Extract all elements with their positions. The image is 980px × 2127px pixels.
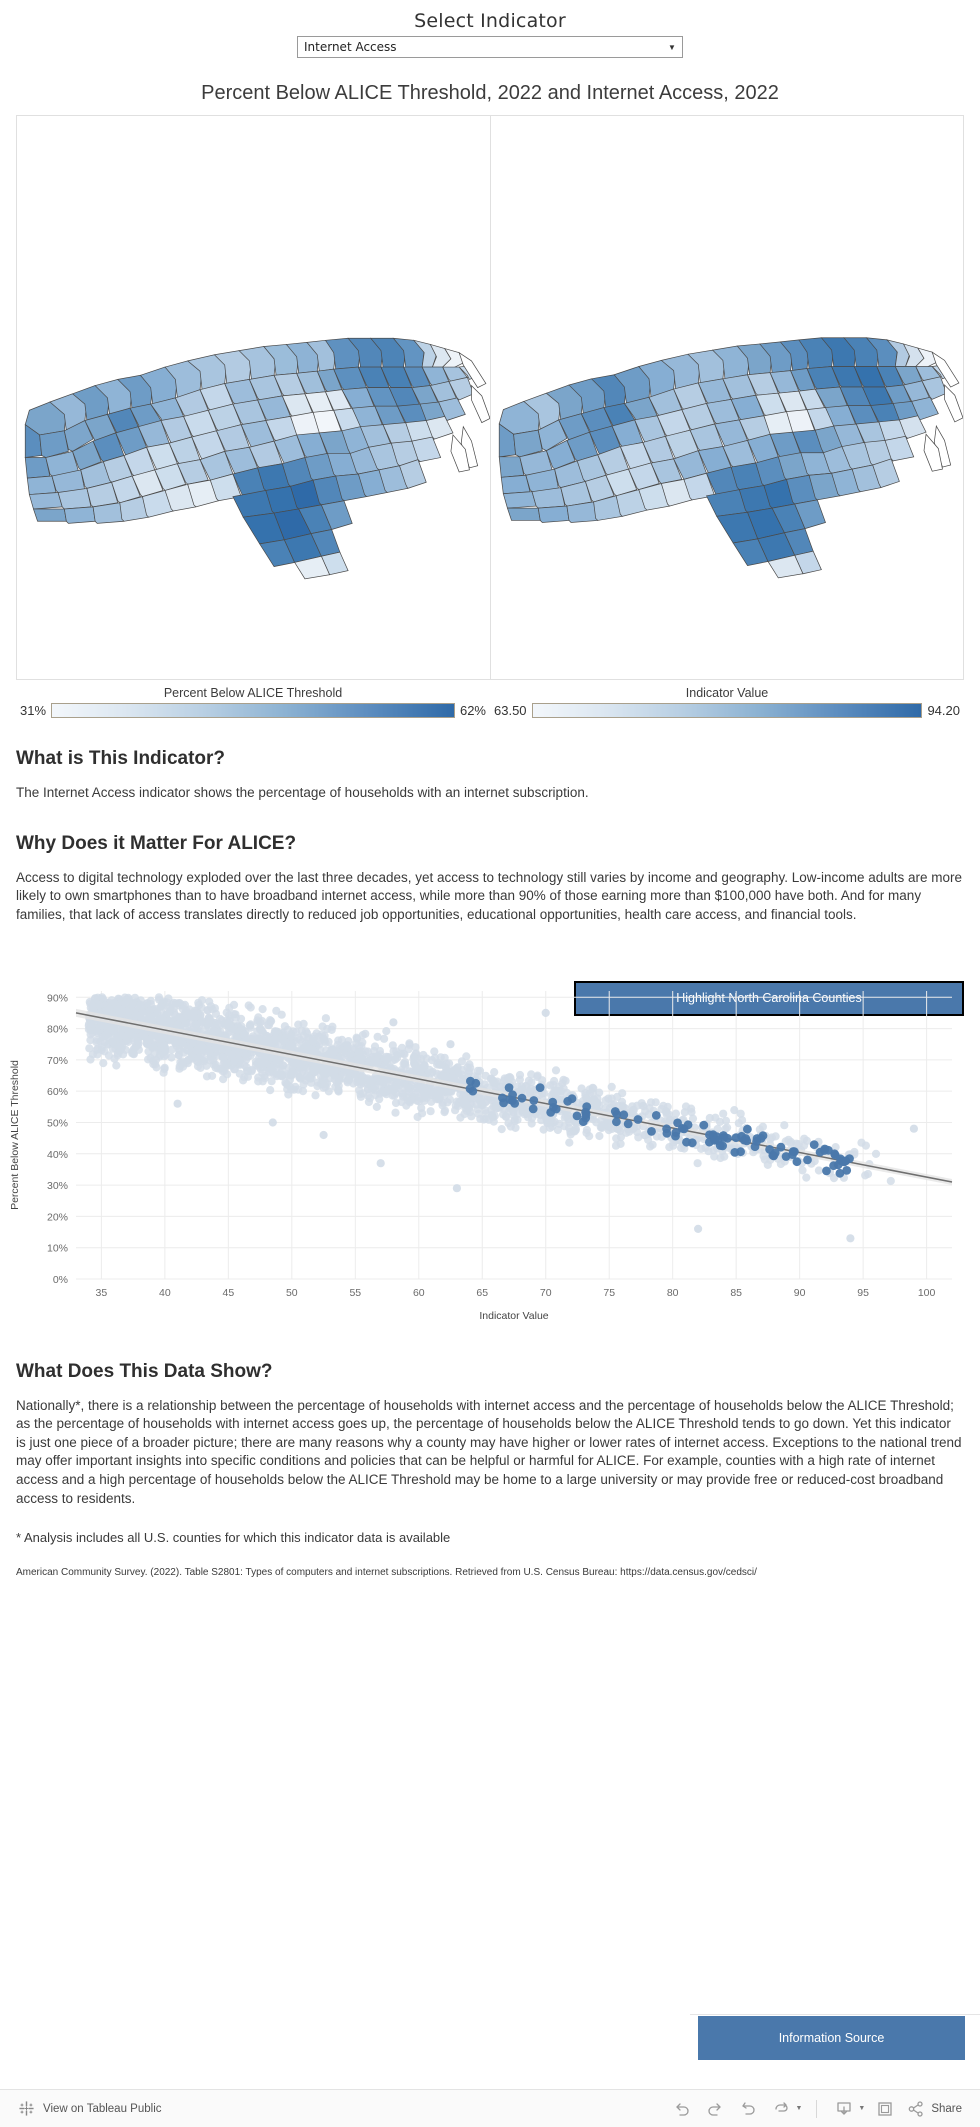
svg-text:55: 55 <box>349 1287 361 1299</box>
download-icon[interactable] <box>829 2096 859 2122</box>
legend-caption-left: Percent Below ALICE Threshold <box>163 686 343 700</box>
svg-text:80%: 80% <box>47 1023 68 1035</box>
scatter-section: Highlight North Carolina Counties 0% 10% 2… <box>0 980 980 1331</box>
fullscreen-icon[interactable] <box>870 2096 900 2122</box>
svg-text:0%: 0% <box>53 1274 68 1286</box>
view-on-tableau-public-label: View on Tableau Public <box>43 2102 162 2115</box>
svg-text:100: 100 <box>918 1287 936 1299</box>
svg-text:75: 75 <box>603 1287 615 1299</box>
legend-min-left: 31% <box>20 703 47 718</box>
svg-text:30%: 30% <box>47 1180 68 1192</box>
svg-text:20%: 20% <box>47 1211 68 1223</box>
svg-text:45: 45 <box>223 1287 235 1299</box>
svg-text:Indicator Value: Indicator Value <box>479 1310 548 1322</box>
section-title-what-is-indicator: What is This Indicator? <box>16 748 226 769</box>
undo-icon[interactable] <box>667 2096 697 2122</box>
share-button[interactable]: Share <box>903 2100 962 2118</box>
tableau-toolbar: View on Tableau Public ▼ ▼ Share <box>0 2089 980 2127</box>
legend-max-left: 62% <box>459 703 486 718</box>
toolbar-divider <box>816 2099 818 2118</box>
svg-text:40%: 40% <box>47 1148 68 1160</box>
svg-text:Percent Below ALICE Threshold: Percent Below ALICE Threshold <box>9 1059 21 1209</box>
legend-gradient-right <box>531 703 923 718</box>
refresh-dropdown-caret-icon[interactable]: ▼ <box>795 2105 802 2112</box>
legend-gradient-left <box>51 703 455 718</box>
analysis-note: * Analysis includes all U.S. counties fo… <box>16 1530 451 1546</box>
tableau-toolbar-actions: ▼ ▼ Share <box>667 2096 962 2122</box>
share-label: Share <box>931 2102 962 2115</box>
tableau-logo-icon <box>19 2101 34 2116</box>
svg-text:35: 35 <box>96 1287 108 1299</box>
north-carolina-choropleth-left[interactable] <box>17 110 490 686</box>
divider <box>690 2014 980 2015</box>
svg-text:60: 60 <box>413 1287 425 1299</box>
view-on-tableau-public-link[interactable]: View on Tableau Public <box>18 2100 162 2117</box>
information-source-button[interactable]: Information Source <box>698 2016 965 2060</box>
svg-text:65: 65 <box>476 1287 488 1299</box>
section-title-data-show: What Does This Data Show? <box>16 1360 273 1382</box>
legend-indicator-value: Indicator Value 63.50 94.20 <box>490 686 964 718</box>
refresh-icon[interactable] <box>766 2096 796 2122</box>
map-indicator-value[interactable] <box>490 116 963 679</box>
legend-max-right: 94.20 <box>927 703 960 718</box>
svg-text:70%: 70% <box>47 1054 68 1066</box>
legend-alice-threshold: Percent Below ALICE Threshold 31% 62% <box>16 686 490 718</box>
source-citation: American Community Survey. (2022). Table… <box>16 1567 757 1579</box>
north-carolina-choropleth-right[interactable] <box>491 110 963 685</box>
indicator-selector-header: Select Indicator Internet Access ▼ <box>0 0 980 58</box>
legend-caption-right: Indicator Value <box>685 686 769 700</box>
chevron-down-icon: ▼ <box>668 42 676 52</box>
info-source-area: Information Source <box>0 2006 980 2066</box>
revert-icon[interactable] <box>733 2096 763 2122</box>
svg-text:85: 85 <box>730 1287 742 1299</box>
section-title-why-matter: Why Does it Matter For ALICE? <box>16 832 297 854</box>
svg-text:95: 95 <box>857 1287 869 1299</box>
share-icon <box>908 2100 923 2117</box>
map-alice-threshold[interactable] <box>17 116 490 679</box>
svg-text:70: 70 <box>540 1287 552 1299</box>
redo-icon[interactable] <box>700 2096 730 2122</box>
map-legends: Percent Below ALICE Threshold 31% 62% In… <box>16 686 964 718</box>
map-title: Percent Below ALICE Threshold, 2022 and … <box>201 82 779 104</box>
svg-text:60%: 60% <box>47 1086 68 1098</box>
svg-text:90: 90 <box>794 1287 806 1299</box>
section-body-data-show: Nationally*, there is a relationship bet… <box>16 1397 962 1506</box>
legend-min-right: 63.50 <box>494 703 527 718</box>
indicator-description: What is This Indicator? The Internet Acc… <box>0 748 980 925</box>
indicator-dropdown-value: Internet Access <box>304 40 397 54</box>
data-show-section: What Does This Data Show? Nationally*, t… <box>0 1361 980 1581</box>
indicator-dropdown[interactable]: Internet Access ▼ <box>297 36 683 58</box>
download-dropdown-caret-icon[interactable]: ▼ <box>858 2105 865 2112</box>
svg-text:50%: 50% <box>47 1117 68 1129</box>
svg-text:90%: 90% <box>47 992 68 1004</box>
scatter-plot[interactable]: 0% 10% 20% 30% 40% 50% 60% 70% 80% 90% 35 40 45 50 55 6… <box>0 981 980 1331</box>
scatter-plot-svg[interactable]: 0% 10% 20% 30% 40% 50% 60% 70% 80% 90% 35 40 45 50 55 6… <box>0 981 980 1331</box>
section-body-why-matter: Access to digital technology exploded ov… <box>16 869 963 922</box>
svg-text:40: 40 <box>159 1287 171 1299</box>
svg-text:50: 50 <box>286 1287 298 1299</box>
svg-text:80: 80 <box>667 1287 679 1299</box>
maps-panel <box>16 115 964 680</box>
select-indicator-label: Select Indicator <box>414 10 566 32</box>
svg-text:10%: 10% <box>47 1242 68 1254</box>
section-body-what-is-indicator: The Internet Access indicator shows the … <box>16 785 589 800</box>
